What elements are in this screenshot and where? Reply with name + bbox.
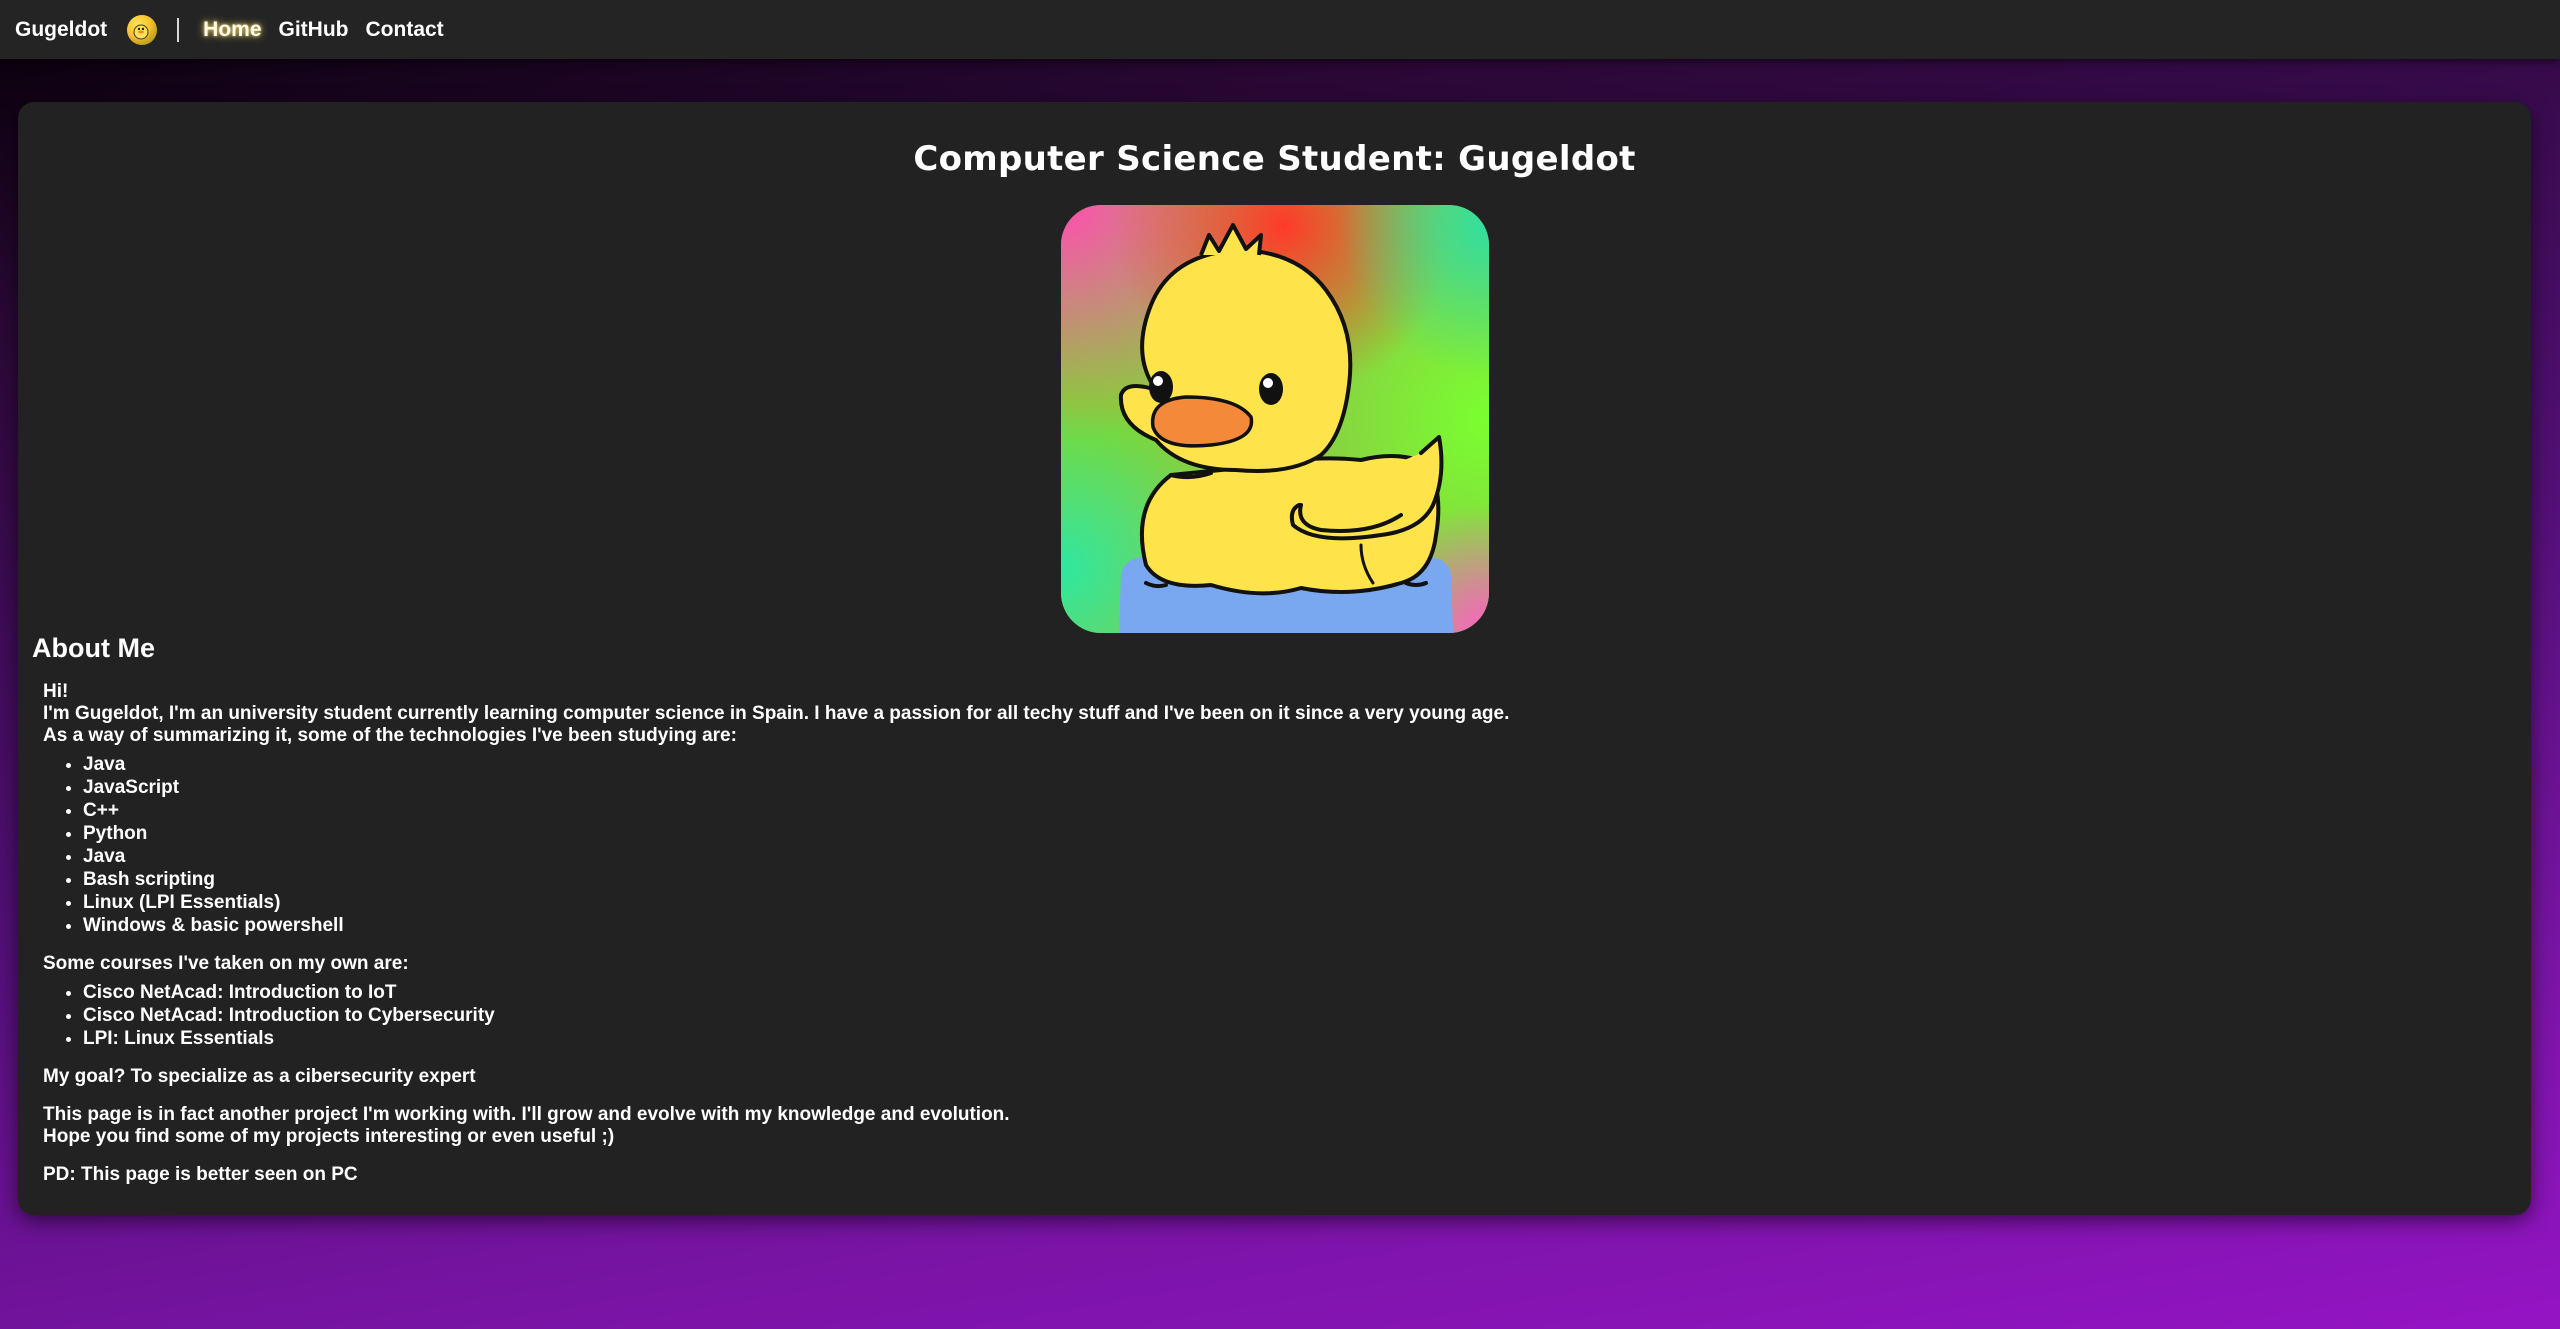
list-item: Bash scripting: [83, 868, 1509, 891]
list-item: C++: [83, 799, 1509, 822]
list-item: Windows & basic powershell: [83, 914, 1509, 937]
list-item: JavaScript: [83, 776, 1509, 799]
technologies-intro-text: As a way of summarizing it, some of the …: [43, 725, 737, 746]
list-item: Java: [83, 845, 1509, 868]
list-item: Linux (LPI Essentials): [83, 891, 1509, 914]
about-me-content: Hi! I'm Gugeldot, I'm an university stud…: [43, 681, 1509, 1186]
project-text-line-2: Hope you find some of my projects intere…: [43, 1126, 615, 1147]
nav-link-github[interactable]: GitHub: [279, 18, 349, 42]
goal-text: My goal? To specialize as a cibersecurit…: [43, 1066, 476, 1087]
brand-name[interactable]: Gugeldot: [15, 18, 107, 42]
nav-link-home[interactable]: Home: [203, 18, 261, 42]
greeting-text: Hi!: [43, 681, 69, 702]
nav-link-contact[interactable]: Contact: [366, 18, 444, 42]
duck-logo-icon[interactable]: [127, 14, 158, 45]
list-item: LPI: Linux Essentials: [83, 1027, 1509, 1050]
courses-list: Cisco NetAcad: Introduction to IoT Cisco…: [43, 981, 1509, 1050]
intro-text: I'm Gugeldot, I'm an university student …: [43, 703, 1510, 724]
about-me-heading: About Me: [32, 633, 155, 663]
list-item: Cisco NetAcad: Introduction to Cybersecu…: [83, 1004, 1509, 1027]
page-title: Computer Science Student: Gugeldot: [913, 139, 1636, 179]
list-item: Python: [83, 822, 1509, 845]
project-text-line-1: This page is in fact another project I'm…: [43, 1104, 1010, 1125]
list-item: Java: [83, 753, 1509, 776]
nav-divider: [177, 17, 180, 42]
top-navbar: Gugeldot Home GitHub Contact: [0, 0, 2560, 59]
pd-note-text: PD: This page is better seen on PC: [43, 1164, 358, 1185]
list-item: Cisco NetAcad: Introduction to IoT: [83, 981, 1509, 1004]
duck-avatar-image: [1061, 205, 1489, 633]
technologies-list: Java JavaScript C++ Python Java Bash scr…: [43, 753, 1509, 937]
courses-intro-text: Some courses I've taken on my own are:: [43, 953, 409, 974]
main-card: Computer Science Student: Gugeldot About…: [18, 102, 2531, 1215]
